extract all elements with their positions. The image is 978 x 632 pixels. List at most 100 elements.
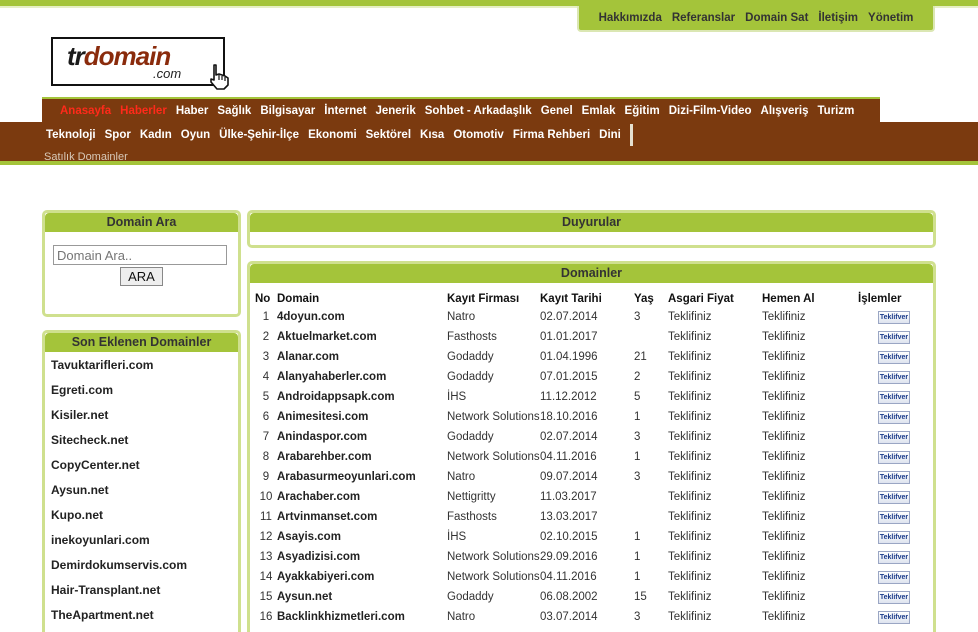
domain-link[interactable]: Anindaspor.com bbox=[277, 427, 447, 447]
domain-search-input[interactable] bbox=[53, 245, 227, 265]
nav-item-ulke-sehir-ilce[interactable]: Ülke-Şehir-İlçe bbox=[219, 129, 299, 141]
cell-tarih: 06.08.2002 bbox=[540, 591, 598, 603]
make-offer-button[interactable]: Teklifver bbox=[878, 410, 910, 424]
breadcrumb[interactable]: Satılık Domainler bbox=[44, 151, 128, 163]
top-nav-referanslar[interactable]: Referanslar bbox=[667, 12, 740, 24]
make-offer-button[interactable]: Teklifver bbox=[878, 390, 910, 404]
nav-item-alisveris[interactable]: Alışveriş bbox=[761, 105, 809, 117]
nav-item-bilgisayar[interactable]: Bilgisayar bbox=[260, 105, 315, 117]
recent-domain-item[interactable]: TheApartment.net bbox=[51, 605, 238, 630]
make-offer-button[interactable]: Teklifver bbox=[878, 430, 910, 444]
nav-item-jenerik[interactable]: Jenerik bbox=[375, 105, 415, 117]
top-nav-domain-sat[interactable]: Domain Sat bbox=[740, 12, 813, 24]
nav-item-dizi-film-video[interactable]: Dizi-Film-Video bbox=[669, 105, 752, 117]
domain-link[interactable]: Arabarehber.com bbox=[277, 447, 447, 467]
make-offer-button[interactable]: Teklifver bbox=[878, 550, 910, 564]
domain-link[interactable]: 4doyun.com bbox=[277, 307, 447, 327]
nav-item-teknoloji[interactable]: Teknoloji bbox=[46, 129, 96, 141]
make-offer-button[interactable]: Teklifver bbox=[878, 450, 910, 464]
cell-yas: 1 bbox=[634, 571, 641, 583]
make-offer-button[interactable]: Teklifver bbox=[878, 610, 910, 624]
nav-item-anasayfa[interactable]: Anasayfa bbox=[60, 105, 111, 117]
nav-item-internet[interactable]: İnternet bbox=[324, 105, 366, 117]
domain-search-button[interactable]: ARA bbox=[120, 267, 163, 286]
recent-domain-item[interactable]: Aysun.net bbox=[51, 480, 238, 505]
nav-item-oyun[interactable]: Oyun bbox=[181, 129, 210, 141]
cell-actions: Teklifver bbox=[858, 507, 930, 527]
category-nav-row-2: Teknoloji Spor Kadın Oyun Ülke-Şehir-İlçe Eko… bbox=[0, 122, 978, 147]
nav-item-kadin[interactable]: Kadın bbox=[140, 129, 172, 141]
recent-domain-item[interactable]: Kupo.net bbox=[51, 505, 238, 530]
cell-fiyat: Teklifiniz bbox=[668, 611, 712, 623]
recent-domain-item[interactable]: Egreti.com bbox=[51, 380, 238, 405]
recent-domain-item[interactable]: Tavuktarifleri.com bbox=[51, 355, 238, 380]
top-nav-yonetim[interactable]: Yönetim bbox=[863, 12, 918, 24]
recent-domains-list: Tavuktarifleri.com Egreti.com Kisiler.net S… bbox=[45, 352, 238, 630]
nav-item-otomotiv[interactable]: Otomotiv bbox=[453, 129, 503, 141]
nav-item-sohbet-arkadaslik[interactable]: Sohbet - Arkadaşlık bbox=[425, 105, 532, 117]
nav-item-firma-rehberi[interactable]: Firma Rehberi bbox=[513, 129, 590, 141]
cell-hemen: Teklifiniz bbox=[762, 611, 806, 623]
cell-yas: 2 bbox=[634, 371, 641, 383]
domain-link[interactable]: Backlinkhizmetleri.com bbox=[277, 607, 447, 627]
domain-link[interactable]: Androidappsapk.com bbox=[277, 387, 447, 407]
make-offer-button[interactable]: Teklifver bbox=[878, 310, 910, 324]
table-row: 4 Alanyahaberler.com Godaddy 07.01.2015 2 Tek… bbox=[255, 367, 930, 387]
nav-item-genel[interactable]: Genel bbox=[541, 105, 573, 117]
domain-link[interactable]: Animesitesi.com bbox=[277, 407, 447, 427]
domain-link[interactable]: Asyadizisi.com bbox=[277, 547, 447, 567]
nav-item-haber[interactable]: Haber bbox=[176, 105, 209, 117]
recent-domain-item[interactable]: inekoyunlari.com bbox=[51, 530, 238, 555]
make-offer-button[interactable]: Teklifver bbox=[878, 470, 910, 484]
make-offer-button[interactable]: Teklifver bbox=[878, 510, 910, 524]
make-offer-button[interactable]: Teklifver bbox=[878, 490, 910, 504]
domain-link[interactable]: Aktuelmarket.com bbox=[277, 327, 447, 347]
cell-hemen: Teklifiniz bbox=[762, 371, 806, 383]
nav-item-emlak[interactable]: Emlak bbox=[582, 105, 616, 117]
cell-no: 10 bbox=[259, 491, 273, 503]
nav-item-spor[interactable]: Spor bbox=[105, 129, 131, 141]
cell-fiyat: Teklifiniz bbox=[668, 431, 712, 443]
make-offer-button[interactable]: Teklifver bbox=[878, 330, 910, 344]
cell-no: 2 bbox=[262, 331, 270, 343]
nav-item-turizm[interactable]: Turizm bbox=[818, 105, 855, 117]
nav-item-egitim[interactable]: Eğitim bbox=[625, 105, 660, 117]
top-nav-hakkimizda[interactable]: Hakkımızda bbox=[594, 12, 667, 24]
cell-firma: Godaddy bbox=[447, 431, 494, 443]
make-offer-button[interactable]: Teklifver bbox=[878, 350, 910, 364]
recent-domain-item[interactable]: Kisiler.net bbox=[51, 405, 238, 430]
domain-link[interactable]: Aysun.net bbox=[277, 587, 447, 607]
nav-item-haberler[interactable]: Haberler bbox=[120, 105, 167, 117]
nav-item-saglik[interactable]: Sağlık bbox=[217, 105, 251, 117]
column-header-no: No bbox=[255, 292, 271, 305]
nav-item-ekonomi[interactable]: Ekonomi bbox=[308, 129, 357, 141]
make-offer-button[interactable]: Teklifver bbox=[878, 370, 910, 384]
recent-domain-item[interactable]: Sitecheck.net bbox=[51, 430, 238, 455]
domain-link[interactable]: Arabasurmeoyunlari.com bbox=[277, 467, 447, 487]
announcements-title: Duyurular bbox=[250, 213, 933, 232]
domain-link[interactable]: Ayakkabiyeri.com bbox=[277, 567, 447, 587]
make-offer-button[interactable]: Teklifver bbox=[878, 530, 910, 544]
make-offer-button[interactable]: Teklifver bbox=[878, 590, 910, 604]
cell-tarih: 07.01.2015 bbox=[540, 371, 598, 383]
table-row: 8 Arabarehber.com Network Solutions 04.11.2… bbox=[255, 447, 930, 467]
domain-link[interactable]: Arachaber.com bbox=[277, 487, 447, 507]
recent-domain-item[interactable]: Demirdokumservis.com bbox=[51, 555, 238, 580]
recent-domain-item[interactable]: CopyCenter.net bbox=[51, 455, 238, 480]
top-nav: Hakkımızda Referanslar Domain Sat İletişim Y… bbox=[577, 6, 935, 32]
nav-item-kisa[interactable]: Kısa bbox=[420, 129, 444, 141]
cell-tarih: 13.03.2017 bbox=[540, 511, 598, 523]
nav-item-dini[interactable]: Dini bbox=[599, 129, 621, 141]
site-logo[interactable]: trdomain .com bbox=[51, 37, 225, 86]
nav-item-sektorel[interactable]: Sektörel bbox=[366, 129, 411, 141]
cell-yas: 1 bbox=[634, 531, 641, 543]
domain-link[interactable]: Asayis.com bbox=[277, 527, 447, 547]
top-nav-iletisim[interactable]: İletişim bbox=[813, 12, 863, 24]
recent-domain-item[interactable]: Hair-Transplant.net bbox=[51, 580, 238, 605]
make-offer-button[interactable]: Teklifver bbox=[878, 570, 910, 584]
domain-link[interactable]: Artvinmanset.com bbox=[277, 507, 447, 527]
domain-link[interactable]: Alanyahaberler.com bbox=[277, 367, 447, 387]
cell-yas bbox=[634, 487, 668, 507]
domain-link[interactable]: Alanar.com bbox=[277, 347, 447, 367]
cell-no: 3 bbox=[262, 351, 270, 363]
